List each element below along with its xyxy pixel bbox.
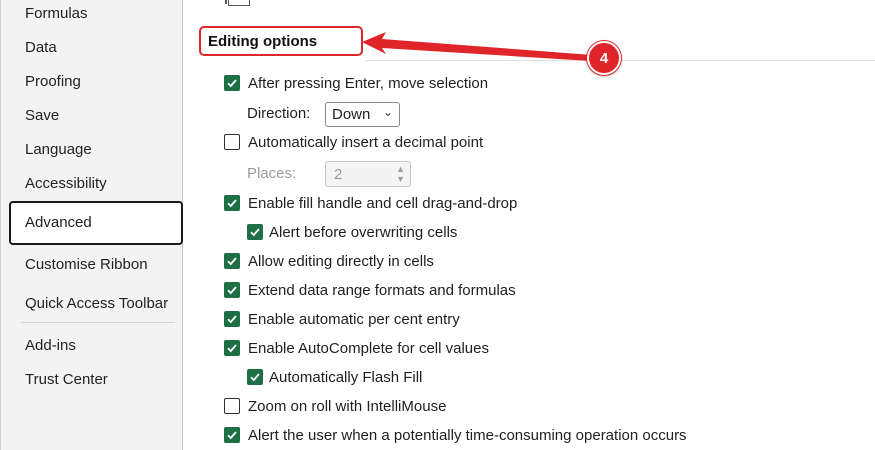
sidebar-item-label: Advanced bbox=[25, 214, 92, 231]
option-alert-overwrite[interactable]: Alert before overwriting cells bbox=[247, 222, 457, 242]
checkbox-checked[interactable] bbox=[224, 427, 240, 443]
places-stepper[interactable]: 2 ▲ ▼ bbox=[325, 161, 411, 187]
sidebar-item-accessibility[interactable]: Accessibility bbox=[25, 174, 107, 194]
option-flash-fill[interactable]: Automatically Flash Fill bbox=[247, 367, 422, 387]
sidebar-item-advanced[interactable]: Advanced bbox=[9, 201, 183, 245]
option-label: Zoom on roll with IntelliMouse bbox=[248, 397, 447, 415]
option-percent-entry[interactable]: Enable automatic per cent entry bbox=[224, 309, 460, 329]
sidebar-item-add-ins[interactable]: Add-ins bbox=[25, 336, 76, 356]
sidebar-item-language[interactable]: Language bbox=[25, 140, 92, 160]
option-label: After pressing Enter, move selection bbox=[248, 74, 489, 92]
option-fill-handle[interactable]: Enable fill handle and cell drag-and-dro… bbox=[224, 193, 517, 213]
option-label: Enable fill handle and cell drag-and-dro… bbox=[248, 194, 518, 212]
option-label: Alert before overwriting cells bbox=[269, 223, 458, 241]
checkbox-checked[interactable] bbox=[224, 282, 240, 298]
callout-badge: 4 bbox=[587, 41, 621, 75]
option-label: Automatically insert a decimal point bbox=[248, 133, 484, 151]
checkbox-unchecked[interactable] bbox=[224, 398, 240, 414]
section-title: Editing options bbox=[208, 33, 318, 50]
option-alert-slow[interactable]: Alert the user when a potentially time-c… bbox=[224, 425, 687, 445]
places-value: 2 bbox=[334, 166, 343, 183]
checkbox-checked[interactable] bbox=[224, 340, 240, 356]
checkbox-checked[interactable] bbox=[247, 224, 263, 240]
clipboard-icon bbox=[225, 0, 250, 6]
direction-label: Direction: bbox=[247, 105, 311, 122]
checkbox-checked[interactable] bbox=[224, 195, 240, 211]
callout-arrow bbox=[362, 32, 592, 61]
option-zoom-roll[interactable]: Zoom on roll with IntelliMouse bbox=[224, 396, 446, 416]
option-label: Enable AutoComplete for cell values bbox=[248, 339, 489, 357]
option-autocomplete[interactable]: Enable AutoComplete for cell values bbox=[224, 338, 489, 358]
section-title-highlight: Editing options bbox=[199, 26, 363, 56]
option-after-enter[interactable]: After pressing Enter, move selection bbox=[224, 73, 488, 93]
option-label: Automatically Flash Fill bbox=[269, 368, 423, 386]
chevron-up-icon: ▲ bbox=[396, 164, 405, 174]
checkbox-checked[interactable] bbox=[224, 75, 240, 91]
checkbox-checked[interactable] bbox=[247, 369, 263, 385]
sidebar-item-save[interactable]: Save bbox=[25, 106, 59, 126]
option-label: Allow editing directly in cells bbox=[248, 252, 434, 270]
checkbox-checked[interactable] bbox=[224, 311, 240, 327]
sidebar-item-data[interactable]: Data bbox=[25, 38, 57, 58]
sidebar-item-customise-ribbon[interactable]: Customise Ribbon bbox=[25, 255, 148, 275]
sidebar-item-quick-access-toolbar[interactable]: Quick Access Toolbar bbox=[25, 294, 168, 314]
option-edit-in-cells[interactable]: Allow editing directly in cells bbox=[224, 251, 434, 271]
direction-select[interactable]: Down ⌄ bbox=[325, 102, 400, 127]
option-extend-formats[interactable]: Extend data range formats and formulas bbox=[224, 280, 516, 300]
option-decimal-point[interactable]: Automatically insert a decimal point bbox=[224, 132, 483, 152]
chevron-down-icon: ⌄ bbox=[382, 105, 393, 119]
checkbox-unchecked[interactable] bbox=[224, 134, 240, 150]
option-label: Enable automatic per cent entry bbox=[248, 310, 460, 328]
places-label: Places: bbox=[247, 165, 297, 182]
sidebar-item-trust-center[interactable]: Trust Center bbox=[25, 370, 108, 390]
option-label: Extend data range formats and formulas bbox=[248, 281, 516, 299]
direction-value: Down bbox=[332, 106, 371, 123]
checkbox-checked[interactable] bbox=[224, 253, 240, 269]
chevron-down-icon: ▼ bbox=[396, 174, 405, 184]
option-label: Alert the user when a potentially time-c… bbox=[248, 426, 687, 444]
sidebar-item-formulas[interactable]: Formulas bbox=[25, 4, 88, 24]
sidebar-divider bbox=[21, 322, 175, 323]
sidebar-item-proofing[interactable]: Proofing bbox=[25, 72, 81, 92]
options-sidebar: Formulas Data Proofing Save Language Acc… bbox=[0, 0, 183, 450]
